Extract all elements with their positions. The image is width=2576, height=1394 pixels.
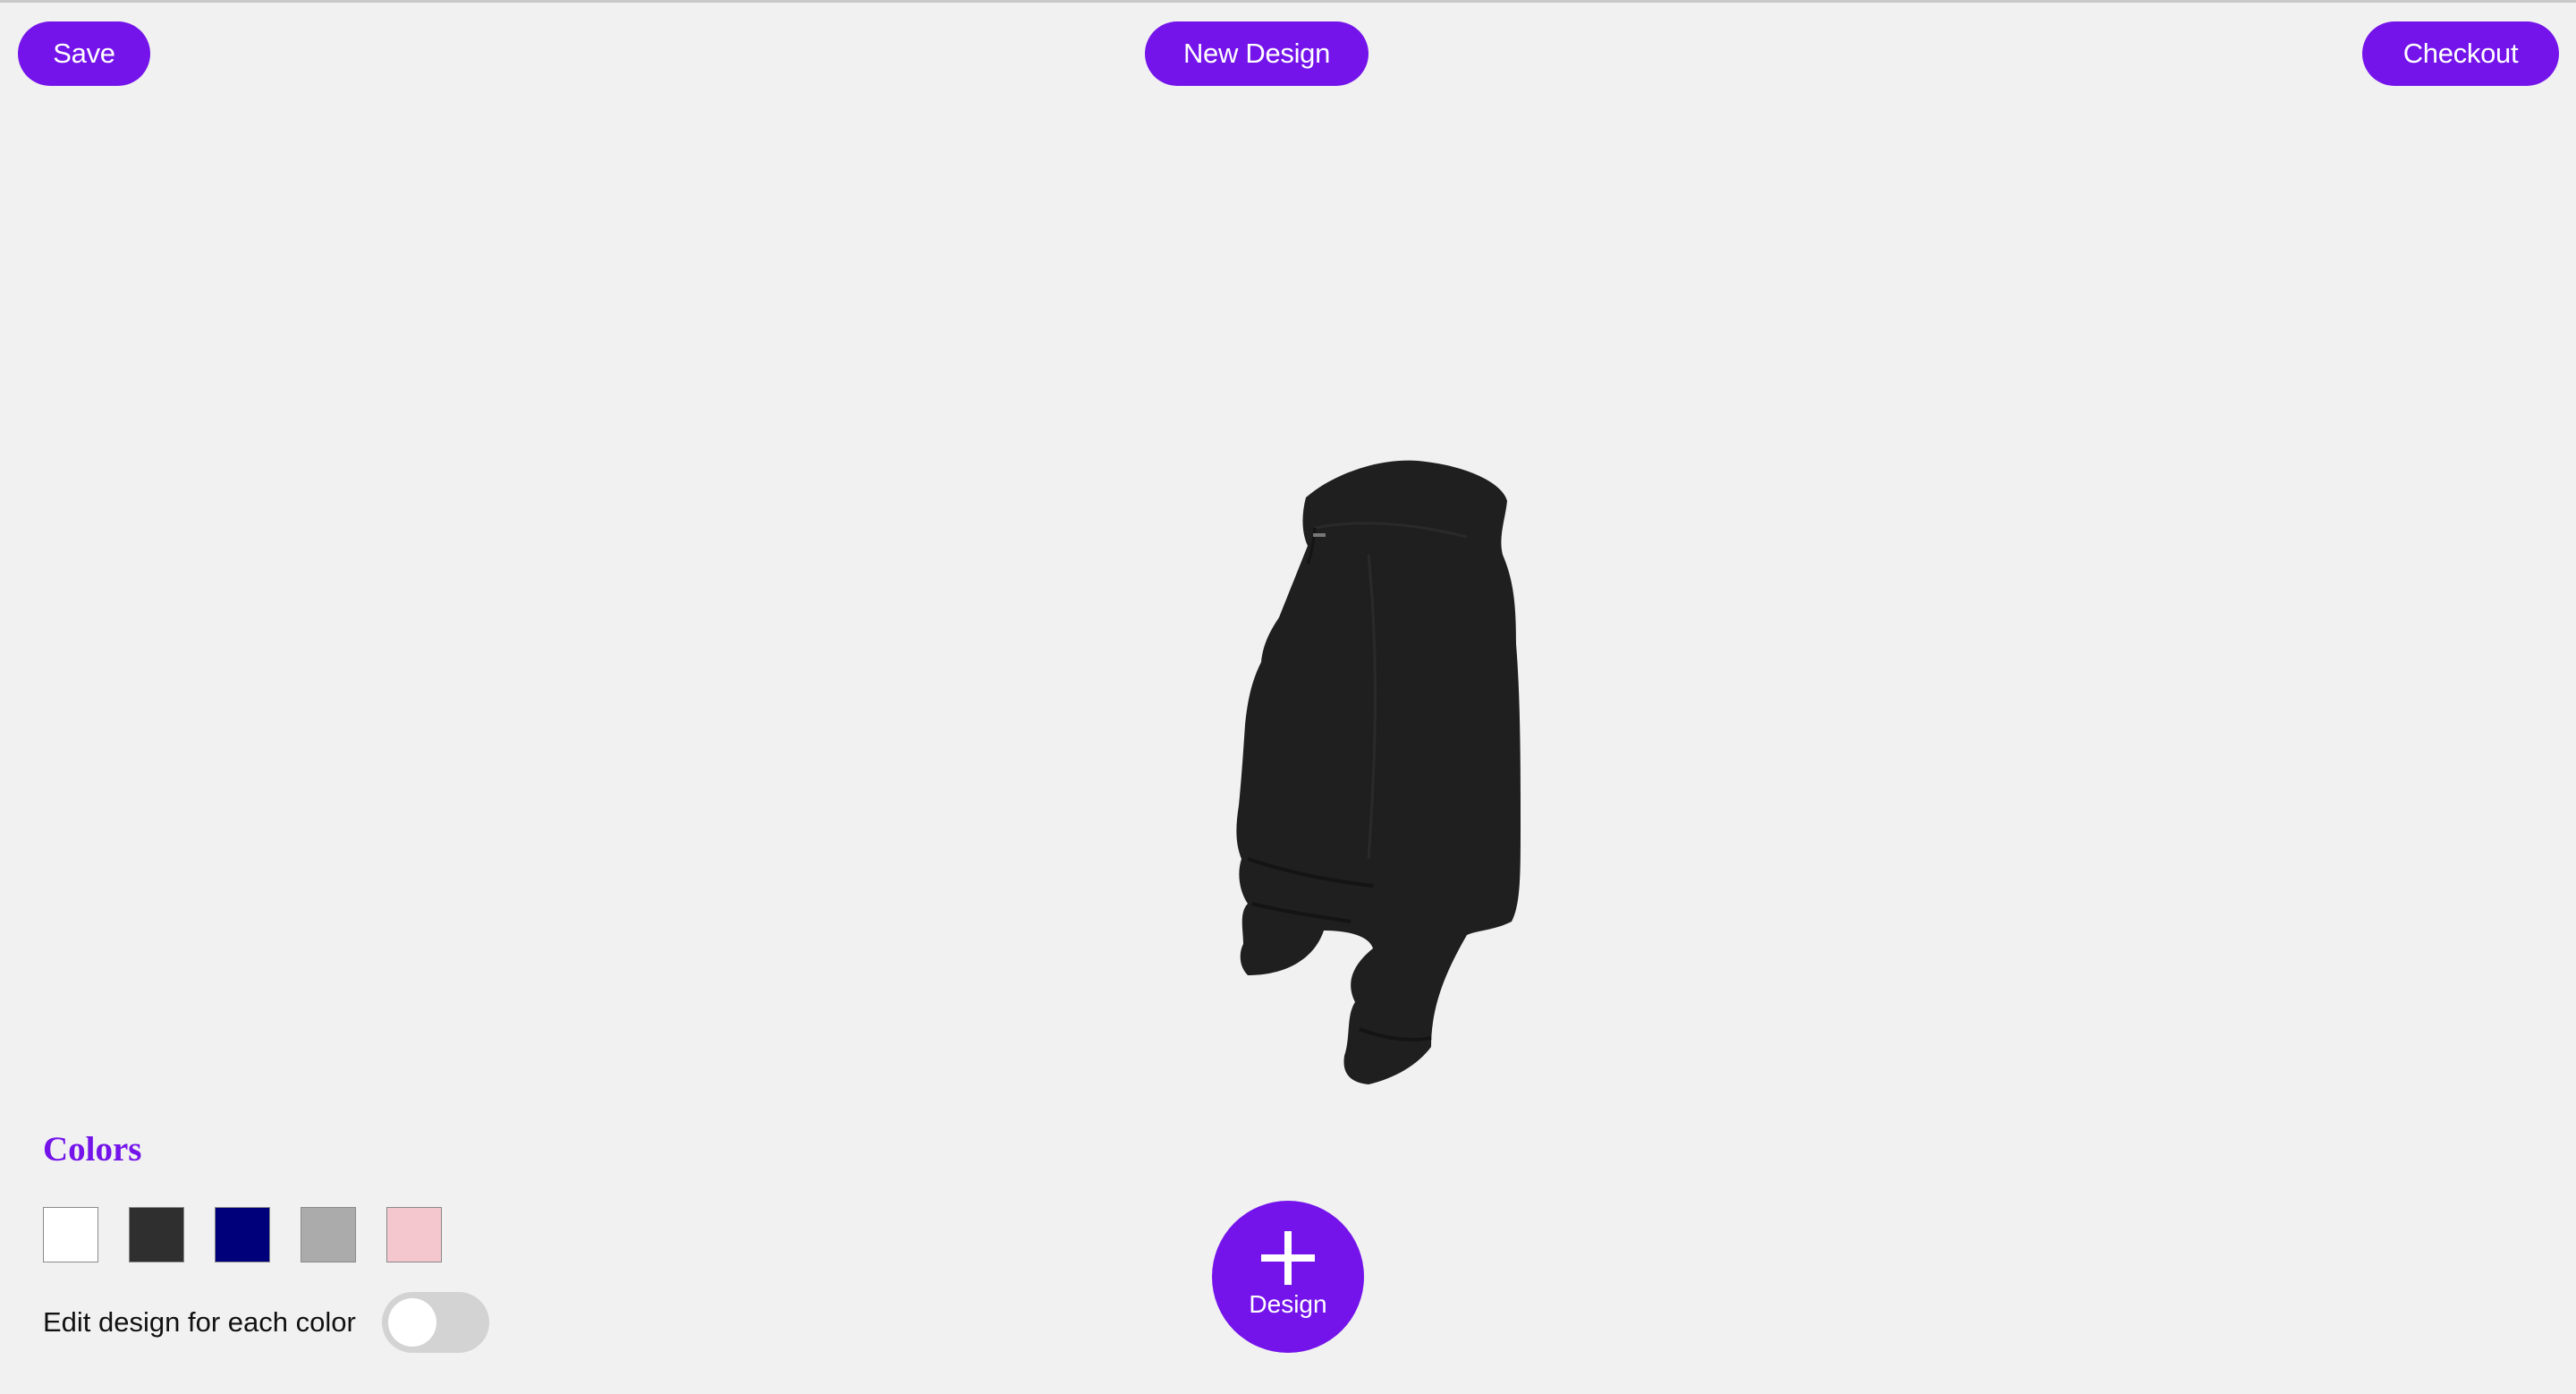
top-border — [0, 0, 2576, 3]
color-swatch-gray[interactable] — [301, 1207, 356, 1262]
save-button[interactable]: Save — [18, 21, 150, 86]
colors-title: Colors — [43, 1130, 142, 1169]
product-3d-viewer[interactable] — [1216, 452, 1538, 1109]
hoodie-icon — [1236, 460, 1521, 1084]
color-swatch-white[interactable] — [43, 1207, 98, 1262]
color-swatch-pink[interactable] — [386, 1207, 442, 1262]
edit-each-color-toggle[interactable] — [382, 1292, 489, 1353]
edit-each-color-label: Edit design for each color — [43, 1306, 356, 1338]
plus-icon — [1261, 1231, 1315, 1285]
add-design-label: Design — [1249, 1290, 1327, 1318]
add-design-button[interactable]: Design — [1212, 1201, 1364, 1353]
checkout-button[interactable]: Checkout — [2362, 21, 2559, 86]
color-swatch-black[interactable] — [129, 1207, 184, 1262]
new-design-button[interactable]: New Design — [1145, 21, 1368, 86]
toggle-knob — [388, 1298, 436, 1347]
color-swatch-navy[interactable] — [215, 1207, 270, 1262]
